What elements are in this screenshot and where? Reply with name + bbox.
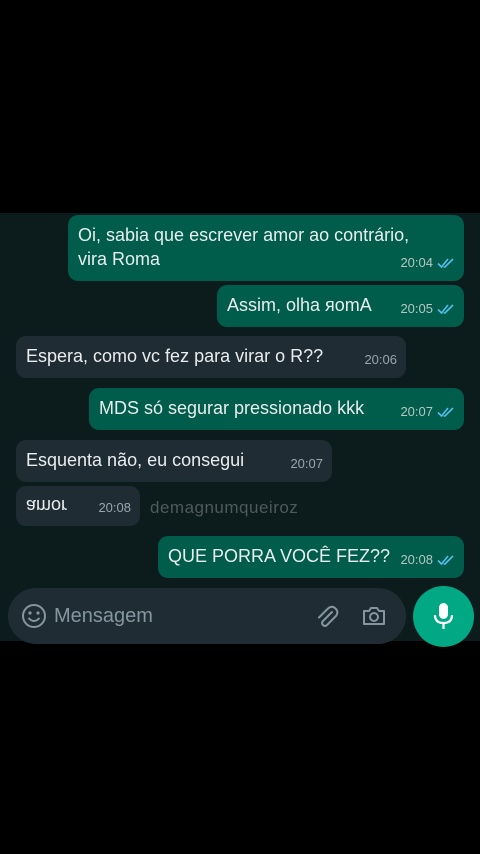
message-meta: 20:07 [290,452,323,476]
double-check-icon [437,407,454,418]
message-meta: 20:04 [400,251,455,275]
message-text: Oi, sabia que escrever amor ao contrário… [78,225,410,269]
message-composer[interactable]: Mensagem [8,588,406,644]
attachment-clip-icon[interactable] [314,604,340,630]
message-text-prefix: Assim, olha [227,295,326,315]
watermark: demagnumqueiroz [150,498,299,517]
message-incoming[interactable]: amor 20:08 [16,486,140,526]
double-check-icon [437,304,454,315]
message-outgoing[interactable]: QUE PORRA VOCÊ FEZ?? 20:08 [158,536,464,578]
message-text-flipped: amor [26,496,68,516]
message-time: 20:07 [400,404,433,419]
message-outgoing[interactable]: Assim, olha яomA 20:05 [217,285,464,327]
message-input-placeholder[interactable]: Mensagem [54,605,153,628]
message-time: 20:08 [98,500,131,515]
message-incoming[interactable]: Esquenta não, eu consegui 20:07 [16,440,332,482]
message-outgoing[interactable]: Oi, sabia que escrever amor ao contrário… [68,215,464,281]
message-meta: 20:08 [400,548,455,572]
message-outgoing[interactable]: MDS só segurar pressionado kkk 20:07 [89,388,464,430]
message-time: 20:04 [400,255,433,270]
message-time: 20:05 [400,301,433,316]
camera-icon[interactable] [361,604,387,628]
message-meta: 20:05 [400,297,455,321]
double-check-icon [437,258,454,269]
message-meta: 20:07 [400,400,455,424]
emoji-icon[interactable] [21,603,47,629]
microphone-icon [433,603,454,629]
message-time: 20:07 [290,456,323,471]
message-text-reversed: яomA [325,295,372,315]
microphone-button[interactable] [413,586,474,647]
message-time: 20:06 [364,352,397,367]
message-time: 20:08 [400,552,433,567]
message-text: Espera, como vc fez para virar o R?? [26,346,324,366]
message-text: Esquenta não, eu consegui [26,450,245,470]
message-incoming[interactable]: Espera, como vc fez para virar o R?? 20:… [16,336,406,378]
message-meta: 20:06 [364,348,397,372]
double-check-icon [437,555,454,566]
message-meta: 20:08 [98,496,131,520]
